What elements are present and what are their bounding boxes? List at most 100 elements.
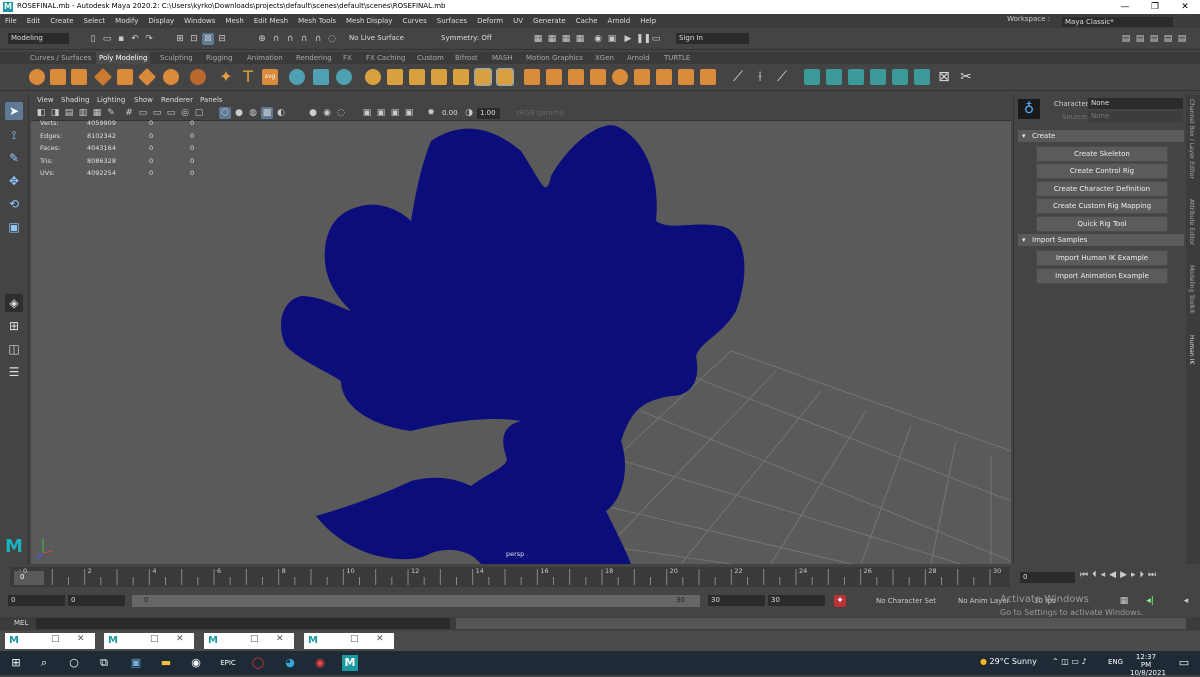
minimized-window[interactable]: M □ ✕ (5, 633, 95, 649)
task-view-icon[interactable]: ⧉ (96, 655, 112, 671)
menu-windows[interactable]: Windows (179, 14, 220, 28)
menu-curves[interactable]: Curves (397, 14, 431, 28)
bridge-icon[interactable] (431, 69, 447, 85)
poly-torus-icon[interactable] (137, 67, 157, 87)
tab-channel-box[interactable]: Channel Box / Layer Editor (1188, 99, 1195, 179)
opera-icon[interactable]: ◯ (250, 655, 266, 671)
menu-edit-mesh[interactable]: Edit Mesh (249, 14, 293, 28)
viewport-menu-view[interactable]: View (37, 95, 54, 106)
mel-input[interactable] (36, 618, 450, 629)
tab-motion-graphics[interactable]: Motion Graphics (526, 52, 583, 64)
field-chart-icon[interactable]: ◎ (179, 107, 191, 119)
go-to-start-icon[interactable]: ⏮ (1080, 570, 1092, 580)
mel-label[interactable]: MEL (14, 619, 28, 627)
tab-mash[interactable]: MASH (492, 52, 513, 64)
step-forward-key-icon[interactable]: ⏵ (1140, 570, 1149, 580)
tab-modeling-toolkit[interactable]: Modeling Toolkit (1188, 265, 1195, 313)
automatic-map-icon[interactable] (804, 69, 820, 85)
snap-curve-icon[interactable]: ∩ (270, 33, 282, 45)
merge-icon[interactable] (496, 68, 514, 86)
range-slider[interactable]: 0 30 (132, 595, 700, 607)
scale-tool-icon[interactable]: ▣ (5, 218, 23, 236)
step-forward-frame-icon[interactable]: ▸ (1131, 570, 1140, 580)
symmetry-dropdown[interactable]: Symmetry: Off (438, 33, 503, 44)
anim-end-field[interactable]: 30 (708, 595, 765, 606)
outliner-icon[interactable]: ☰ (5, 363, 23, 381)
tab-animation[interactable]: Animation (247, 52, 283, 64)
ipr-render-icon[interactable]: ▦ (560, 33, 572, 45)
mirror-icon[interactable] (387, 69, 403, 85)
gamma-icon[interactable]: ◑ (463, 107, 475, 119)
render-view-icon[interactable]: ▶ (622, 33, 634, 45)
select-object-icon[interactable]: ⊡ (188, 33, 200, 45)
tab-human-ik[interactable]: Human IK (1188, 335, 1195, 364)
menu-mesh-tools[interactable]: Mesh Tools (293, 14, 341, 28)
xray-icon[interactable]: ▣ (403, 107, 415, 119)
select-tool-icon[interactable]: ➤ (5, 102, 23, 120)
make-live-icon[interactable]: ◌ (326, 33, 338, 45)
create-skeleton-button[interactable]: Create Skeleton (1036, 146, 1168, 162)
tab-turtle[interactable]: TURTLE (664, 52, 690, 64)
select-component-icon[interactable]: ⊠ (202, 33, 214, 45)
menu-modify[interactable]: Modify (110, 14, 143, 28)
start-time-field[interactable]: 0 (8, 595, 65, 606)
menu-select[interactable]: Select (79, 14, 111, 28)
tab-rendering[interactable]: Rendering (296, 52, 332, 64)
minimized-window[interactable]: M □ ✕ (204, 633, 294, 649)
hypershade-icon[interactable]: ◉ (592, 33, 604, 45)
menu-arnold[interactable]: Arnold (603, 14, 636, 28)
use-all-lights-icon[interactable]: ◐ (275, 107, 287, 119)
poly-disc-icon[interactable] (163, 69, 179, 85)
textured-icon[interactable]: ▩ (261, 107, 273, 119)
snap-grid-icon[interactable]: ⊕ (256, 33, 268, 45)
extrude-icon[interactable] (409, 69, 425, 85)
import-human-ik-example-button[interactable]: Import Human IK Example (1036, 250, 1168, 266)
tab-fx[interactable]: FX (343, 52, 352, 64)
tab-attribute-editor[interactable]: Attribute Editor (1188, 199, 1195, 245)
layer-editor-icon[interactable]: ▤ (1176, 33, 1188, 45)
menu-create[interactable]: Create (45, 14, 78, 28)
menu-display[interactable]: Display (143, 14, 179, 28)
tab-poly-modeling[interactable]: Poly Modeling (96, 52, 151, 64)
fill-hole-icon[interactable] (474, 68, 492, 86)
gamma-field[interactable]: 1.00 (477, 108, 500, 119)
tab-xgen[interactable]: XGen (595, 52, 614, 64)
open-scene-icon[interactable]: ▭ (101, 33, 113, 45)
svg-icon[interactable]: svg (262, 69, 278, 85)
resolution-gate-icon[interactable]: ▭ (151, 107, 163, 119)
arnold-render-icon[interactable]: ▣ (606, 33, 618, 45)
unfold-uv-icon[interactable] (892, 69, 908, 85)
tab-bifrost[interactable]: Bifrost (455, 52, 478, 64)
epic-games-icon[interactable]: EPIC (220, 655, 236, 671)
quick-rig-tool-button[interactable]: Quick Rig Tool (1036, 216, 1168, 232)
edge-icon[interactable]: ◕ (282, 655, 298, 671)
isolate-select-icon[interactable]: ▣ (389, 107, 401, 119)
minimized-window[interactable]: M □ ✕ (304, 633, 394, 649)
steam-icon[interactable]: ◉ (188, 655, 204, 671)
select-mask-icon[interactable]: ⊟ (216, 33, 228, 45)
grease-pencil-icon[interactable]: ✎ (105, 107, 117, 119)
viewport-menu-renderer[interactable]: Renderer (161, 95, 193, 106)
viewport-menu-lighting[interactable]: Lighting (97, 95, 125, 106)
super-shape-icon[interactable]: ✦ (218, 69, 234, 85)
restore-icon[interactable]: □ (150, 634, 159, 644)
minimize-button[interactable]: — (1110, 0, 1140, 14)
tab-curves-surfaces[interactable]: Curves / Surfaces (30, 52, 91, 64)
uv-editor-icon[interactable]: ⟋ (730, 69, 746, 85)
save-scene-icon[interactable]: ▪ (115, 33, 127, 45)
perspective-viewport[interactable] (31, 121, 1011, 564)
create-section-header[interactable]: ▾ Create (1018, 130, 1184, 142)
menu-cache[interactable]: Cache (571, 14, 603, 28)
import-animation-example-button[interactable]: Import Animation Example (1036, 268, 1168, 284)
exposure-field[interactable]: 0.00 (439, 108, 464, 119)
current-frame-marker[interactable]: 0 (14, 571, 44, 585)
cylindrical-map-icon[interactable] (826, 69, 842, 85)
time-slider[interactable]: 0 0 2 4 6 8 10 12 14 16 18 20 22 24 26 28 30 (10, 567, 1010, 587)
end-time-field[interactable]: 30 (768, 595, 825, 606)
current-frame-field[interactable]: 0 (1020, 572, 1075, 583)
notifications-icon[interactable]: ▭ (1176, 655, 1192, 671)
step-back-key-icon[interactable]: ⏴ (1092, 570, 1101, 580)
layout-uv-icon[interactable] (870, 69, 886, 85)
gate-mask-icon[interactable]: ▭ (165, 107, 177, 119)
checker-map-icon[interactable] (914, 69, 930, 85)
